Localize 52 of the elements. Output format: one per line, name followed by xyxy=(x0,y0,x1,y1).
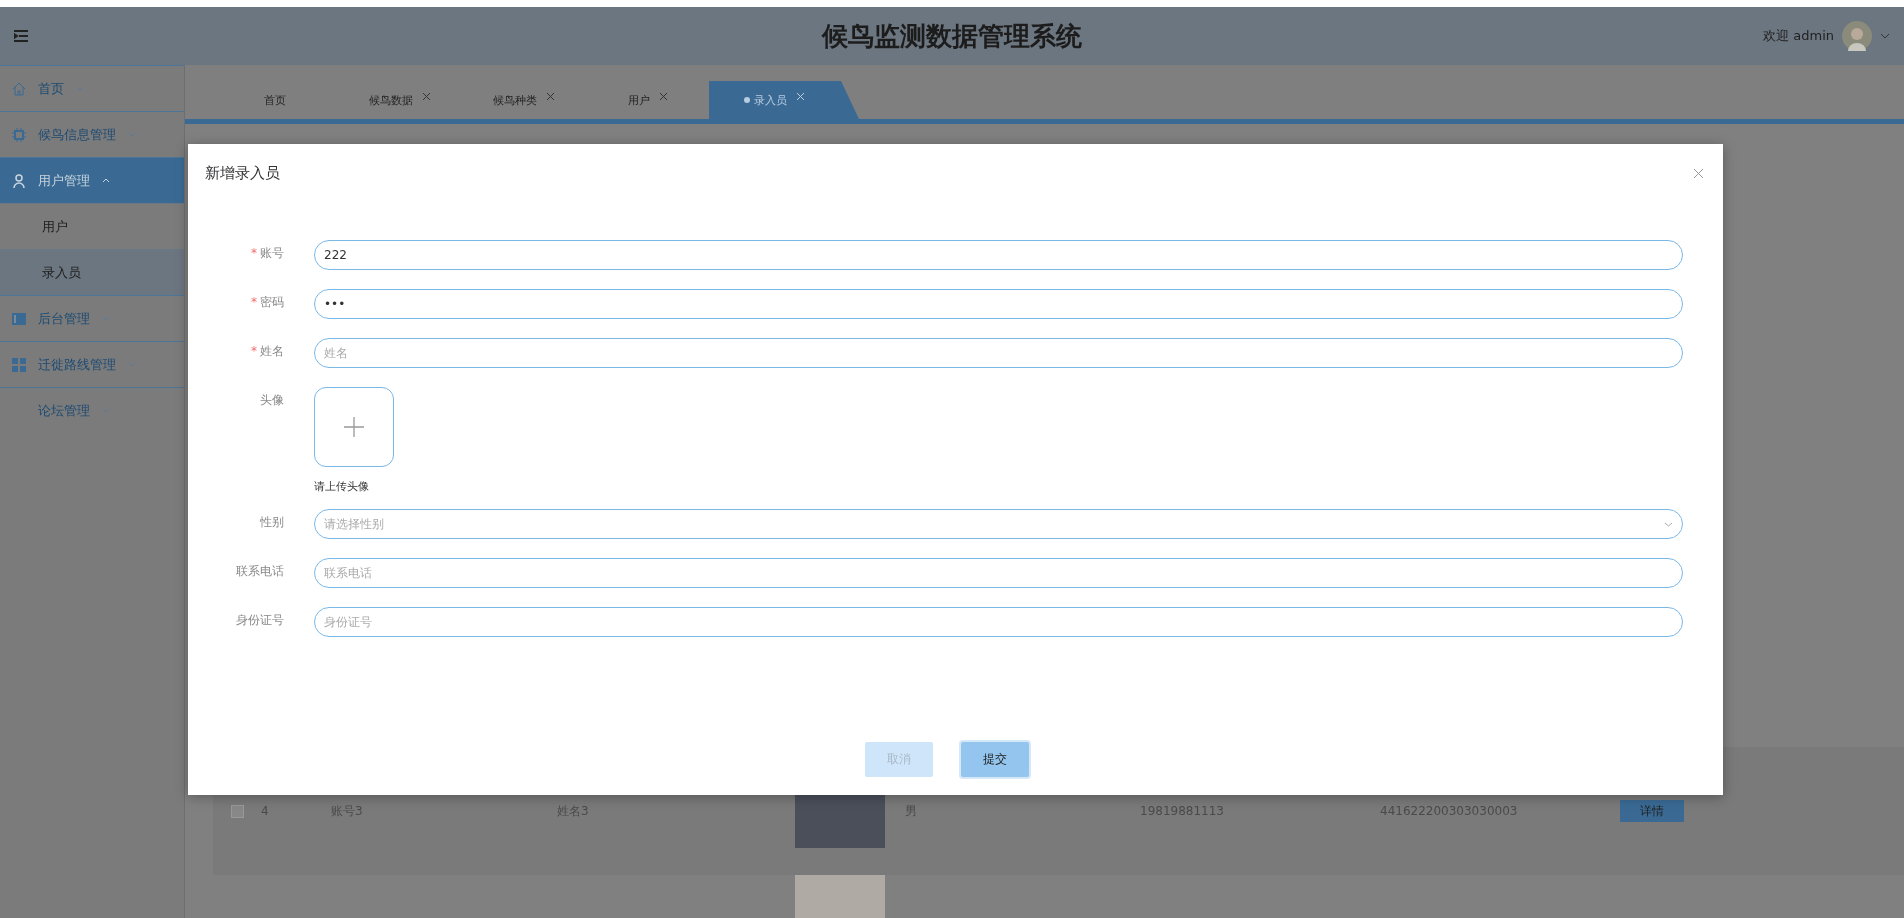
home-icon xyxy=(12,81,26,96)
field-label: 头像 xyxy=(259,392,285,409)
close-icon[interactable] xyxy=(1694,169,1703,178)
tab[interactable]: 候鸟种类 xyxy=(461,81,585,119)
select-field[interactable]: 请选择性别 xyxy=(314,509,1683,539)
app-title: 候鸟监测数据管理系统 xyxy=(822,19,1082,53)
tab[interactable]: 录入员 xyxy=(709,81,859,119)
detail-button[interactable]: 详情 xyxy=(1620,800,1684,822)
upload-hint: 请上传头像 xyxy=(314,479,369,494)
submit-button[interactable]: 提交 xyxy=(960,742,1029,777)
avatar-icon[interactable] xyxy=(1842,21,1872,51)
tab[interactable]: 候鸟数据 xyxy=(337,81,461,119)
sidebar-item[interactable]: 迁徙路线管理 xyxy=(0,341,184,387)
user-icon xyxy=(12,173,26,188)
caret-icon xyxy=(1664,521,1673,527)
chevron-icon xyxy=(76,86,84,91)
upload-box[interactable] xyxy=(314,387,394,467)
plus-icon xyxy=(344,417,364,437)
caret-icon[interactable] xyxy=(1880,33,1890,39)
sidebar-item[interactable]: 用户管理 xyxy=(0,157,184,203)
chevron-icon xyxy=(128,362,136,367)
sidebar-item[interactable]: 后台管理 xyxy=(0,295,184,341)
chip-icon xyxy=(12,127,26,142)
sidebar-subitem[interactable]: 录入员 xyxy=(0,249,184,295)
input-field[interactable]: 联系电话 xyxy=(314,558,1683,588)
tab[interactable]: 用户 xyxy=(585,81,709,119)
close-icon[interactable] xyxy=(422,92,430,100)
close-icon[interactable] xyxy=(546,92,554,100)
field-label: * 密码 xyxy=(250,294,285,311)
chevron-icon xyxy=(102,408,110,413)
dialog-title: 新增录入员 xyxy=(205,164,280,183)
panel-icon xyxy=(12,312,26,325)
welcome-text: 欢迎 admin xyxy=(1763,27,1834,45)
password-field[interactable]: ••• xyxy=(314,289,1683,319)
menu-icon[interactable] xyxy=(14,30,28,42)
grid-icon xyxy=(12,357,26,372)
field-label: * 账号 xyxy=(250,245,285,262)
tab[interactable]: 首页 xyxy=(213,81,337,119)
chevron-icon xyxy=(128,132,136,137)
input-field[interactable]: 姓名 xyxy=(314,338,1683,368)
field-label: 联系电话 xyxy=(235,563,285,580)
close-icon[interactable] xyxy=(659,92,667,100)
row-checkbox[interactable] xyxy=(230,804,244,818)
input-field[interactable]: 身份证号 xyxy=(314,607,1683,637)
input-field[interactable]: 222 xyxy=(314,240,1683,270)
field-label: 身份证号 xyxy=(235,612,285,629)
sidebar-item[interactable]: 论坛管理 xyxy=(0,387,184,433)
sidebar-item[interactable]: 首页 xyxy=(0,65,184,111)
field-label: * 姓名 xyxy=(250,343,285,360)
chevron-icon xyxy=(102,316,110,321)
field-label: 性别 xyxy=(259,514,285,531)
chevron-icon xyxy=(102,178,110,183)
